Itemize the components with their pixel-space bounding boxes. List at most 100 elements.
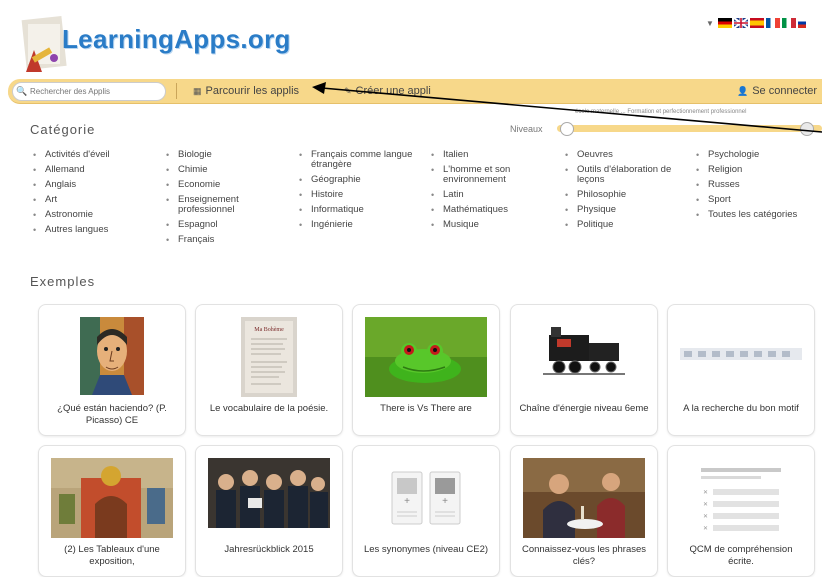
svg-text:Ma Bohème: Ma Bohème: [254, 327, 284, 333]
category-link[interactable]: L'homme et son environnement: [431, 165, 546, 185]
category-link[interactable]: Allemand: [33, 165, 158, 176]
dinner-photo-thumbnail: [523, 458, 645, 543]
example-card[interactable]: ¿Qué están haciendo? (P. Picasso) CE: [38, 304, 186, 436]
pattern-strip-thumbnail: [680, 347, 802, 365]
category-column-3: Français comme langue étrangère Géograph…: [299, 150, 414, 235]
nav-login-label: Se connecter: [752, 85, 818, 97]
flag-de-icon[interactable]: [717, 18, 732, 28]
flag-it-icon[interactable]: [781, 18, 796, 28]
pencil-icon: ✎: [344, 86, 352, 96]
category-column-1: Activités d'éveil Allemand Anglais Art A…: [33, 150, 158, 240]
crowd-photo-thumbnail: [208, 458, 330, 533]
category-link[interactable]: Russes: [696, 180, 818, 191]
flag-ru-icon[interactable]: [797, 18, 806, 28]
quiz-list-thumbnail: ✕ ✕ ✕ ✕: [691, 458, 791, 543]
category-link[interactable]: Politique: [565, 220, 690, 231]
example-card-title: There is Vs There are: [380, 403, 472, 414]
nav-browse-label: Parcourir les applis: [205, 85, 300, 97]
user-icon: 👤: [737, 86, 749, 96]
category-link[interactable]: Ingénierie: [299, 220, 414, 231]
flag-fr-icon[interactable]: [765, 18, 780, 28]
category-link[interactable]: Italien: [431, 150, 546, 161]
example-card-title: (2) Les Tableaux d'une exposition,: [64, 544, 160, 567]
example-card[interactable]: Connaissez-vous les phrases clés?: [510, 445, 658, 577]
svg-text:✕: ✕: [703, 490, 708, 496]
search-icon: 🔍: [16, 86, 28, 96]
category-link[interactable]: Oeuvres: [565, 150, 690, 161]
category-column-6: Psychologie Religion Russes Sport Toutes…: [696, 150, 818, 225]
category-column-2: Biologie Chimie Economie Enseignement pr…: [166, 150, 276, 250]
example-card[interactable]: Chaîne d'énergie niveau 6eme: [510, 304, 658, 436]
category-link[interactable]: Religion: [696, 165, 818, 176]
category-link[interactable]: Physique: [565, 205, 690, 216]
example-card-title: ¿Qué están haciendo? (P. Picasso) CE: [57, 403, 167, 426]
flag-es-icon[interactable]: [749, 18, 764, 28]
category-link[interactable]: Economie: [166, 180, 276, 191]
category-column-5: Oeuvres Outils d'élaboration de leçons P…: [565, 150, 690, 235]
flag-en-icon[interactable]: [733, 18, 748, 28]
level-slider-max-handle[interactable]: [800, 122, 814, 136]
language-selector[interactable]: ▼: [706, 18, 806, 28]
category-link[interactable]: Outils d'élaboration de leçons: [565, 165, 690, 185]
locomotive-thumbnail: [539, 317, 629, 392]
example-card[interactable]: (2) Les Tableaux d'une exposition,: [38, 445, 186, 577]
levels-label: Niveaux: [510, 124, 543, 134]
category-link[interactable]: Philosophie: [565, 190, 690, 201]
category-link[interactable]: Biologie: [166, 150, 276, 161]
category-link[interactable]: Français comme langue étrangère: [299, 150, 414, 170]
category-link[interactable]: Français: [166, 235, 276, 246]
svg-text:✕: ✕: [703, 514, 708, 520]
matching-cards-thumbnail: + +: [386, 458, 466, 543]
search-input[interactable]: [28, 86, 160, 97]
picasso-portrait-thumbnail: [80, 317, 144, 400]
category-link[interactable]: Enseignement professionnel: [166, 195, 276, 215]
category-link[interactable]: Sport: [696, 195, 818, 206]
svg-text:+: +: [404, 496, 410, 507]
level-range-labels: école maternelle ... Formation et perfec…: [575, 109, 747, 115]
logo-text[interactable]: LearningApps.org: [62, 24, 291, 55]
example-card-title: Les synonymes (niveau CE2): [363, 544, 489, 555]
category-link[interactable]: Autres langues: [33, 225, 158, 236]
category-link[interactable]: Psychologie: [696, 150, 818, 161]
example-card-title: Connaissez-vous les phrases clés?: [521, 544, 647, 567]
category-link[interactable]: Histoire: [299, 190, 414, 201]
search-box[interactable]: 🔍: [12, 82, 166, 101]
chevron-down-icon[interactable]: ▼: [706, 19, 714, 28]
category-link[interactable]: Latin: [431, 190, 546, 201]
nav-divider: [176, 83, 177, 99]
category-link[interactable]: Géographie: [299, 175, 414, 186]
logo-icon[interactable]: [20, 12, 68, 72]
frog-thumbnail: [365, 317, 487, 402]
example-card[interactable]: There is Vs There are: [352, 304, 500, 436]
category-link[interactable]: Espagnol: [166, 220, 276, 231]
category-link[interactable]: Art: [33, 195, 158, 206]
category-link[interactable]: Chimie: [166, 165, 276, 176]
category-link[interactable]: Astronomie: [33, 210, 158, 221]
example-card[interactable]: Ma Bohème Le vocabulaire de la poésie.: [195, 304, 343, 436]
category-link[interactable]: Musique: [431, 220, 546, 231]
example-card-title: Le vocabulaire de la poésie.: [209, 403, 329, 414]
example-card-title: QCM de compréhension écrite.: [689, 544, 793, 567]
example-card-title: A la recherche du bon motif: [683, 403, 799, 414]
nav-login[interactable]: 👤 Se connecter: [737, 85, 817, 97]
category-column-4: Italien L'homme et son environnement Lat…: [431, 150, 546, 235]
svg-text:✕: ✕: [703, 502, 708, 508]
poem-page-thumbnail: Ma Bohème: [241, 317, 297, 402]
category-link[interactable]: Activités d'éveil: [33, 150, 158, 161]
category-link[interactable]: Toutes les catégories: [696, 210, 818, 221]
painting-gate-thumbnail: [51, 458, 173, 543]
nav-browse-apps[interactable]: ▦ Parcourir les applis: [193, 85, 299, 97]
example-card[interactable]: ✕ ✕ ✕ ✕ QCM de compréhension écrite.: [667, 445, 815, 577]
examples-heading: Exemples: [30, 274, 96, 289]
level-slider-min-handle[interactable]: [560, 122, 574, 136]
example-card[interactable]: + + Les synonymes (niveau CE2): [352, 445, 500, 577]
nav-create-app[interactable]: ✎ Créer une appli: [344, 85, 431, 97]
example-card[interactable]: Jahresrückblick 2015: [195, 445, 343, 577]
category-link[interactable]: Informatique: [299, 205, 414, 216]
grid-icon: ▦: [193, 86, 202, 96]
category-link[interactable]: Anglais: [33, 180, 158, 191]
example-card[interactable]: A la recherche du bon motif: [667, 304, 815, 436]
category-link[interactable]: Mathématiques: [431, 205, 546, 216]
example-card-title: Jahresrückblick 2015: [224, 544, 314, 555]
level-slider[interactable]: [557, 125, 822, 132]
